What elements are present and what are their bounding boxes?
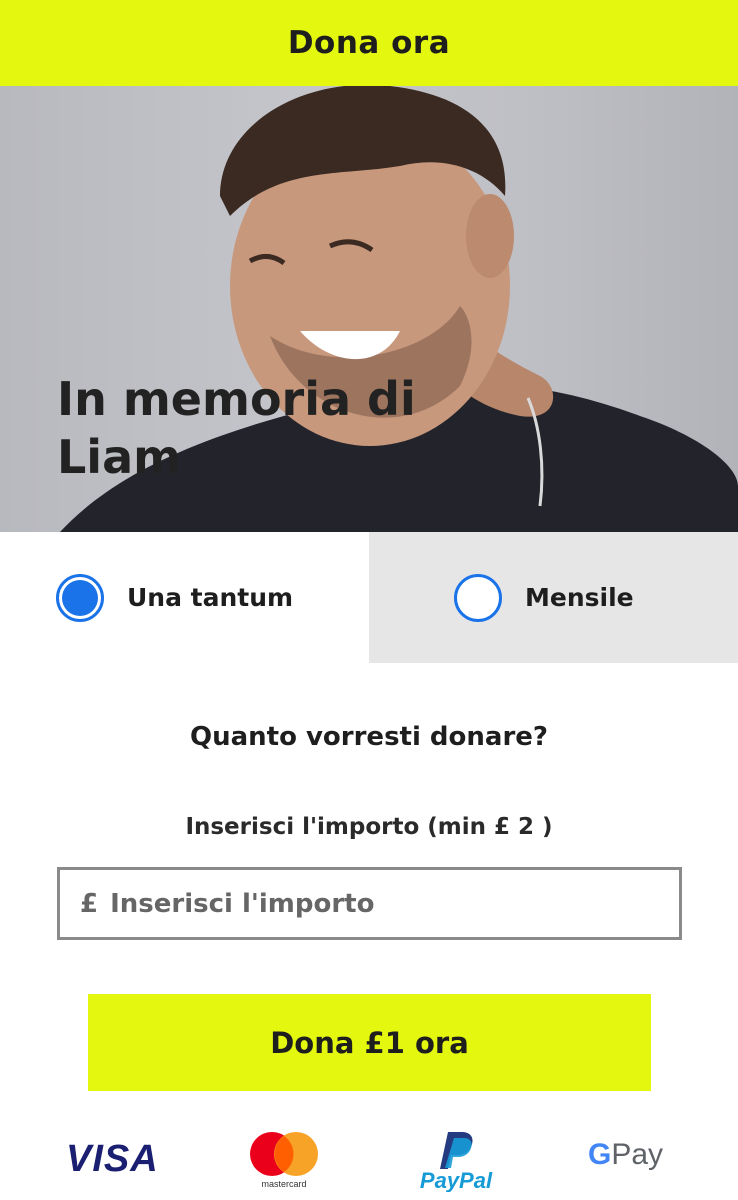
radio-monthly[interactable] — [454, 573, 502, 622]
payment-methods: VISA mastercard PayPal GPay — [0, 1120, 738, 1195]
currency-symbol: £ — [80, 888, 99, 919]
radio-selected-dot — [62, 579, 98, 616]
amount-label: Inserisci l'importo (min £ 2 ) — [185, 814, 553, 840]
mastercard-logo: mastercard — [250, 1132, 318, 1189]
svg-text:mastercard: mastercard — [261, 1179, 306, 1189]
paypal-logo: PayPal — [420, 1132, 493, 1192]
hero-photo-ear — [466, 194, 514, 278]
page-title: Dona ora — [287, 25, 451, 61]
google-pay-logo: GPay — [588, 1138, 664, 1171]
header-bar: Dona ora — [0, 0, 738, 86]
donation-question: Quanto vorresti donare? — [189, 722, 549, 752]
frequency-label-monthly: Mensile — [525, 583, 634, 612]
hero-title: In memoria di Liam — [57, 372, 416, 484]
frequency-option-one-time[interactable]: Una tantum — [0, 532, 369, 663]
svg-text:PayPal: PayPal — [420, 1168, 493, 1192]
radio-one-time[interactable] — [56, 573, 104, 622]
amount-field[interactable]: £ — [57, 867, 682, 940]
frequency-option-monthly[interactable]: Mensile — [369, 532, 738, 663]
frequency-label-one-time: Una tantum — [127, 583, 294, 612]
hero-banner: In memoria di Liam — [0, 86, 738, 532]
frequency-selector: Una tantum Mensile — [0, 532, 738, 663]
donate-button[interactable]: Dona £1 ora — [88, 994, 651, 1091]
amount-input[interactable] — [108, 887, 613, 920]
visa-logo: VISA — [66, 1138, 159, 1180]
